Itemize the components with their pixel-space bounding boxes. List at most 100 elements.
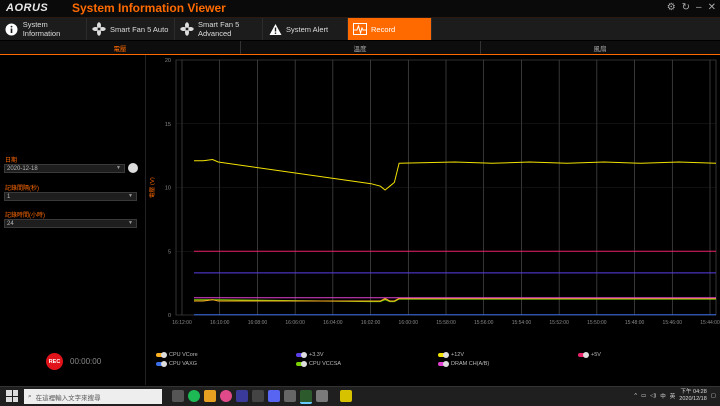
network-icon[interactable]: ▭ [641, 393, 646, 399]
x-tick-label: 16:10:00 [210, 320, 230, 326]
voltage-chart-svg: 16:12:00 16:10:00 16:08:00 16:06:00 16:04:00… [149, 58, 720, 326]
legend-item[interactable]: DRAM CH(A/B) [438, 361, 489, 367]
tab-record[interactable]: Record [348, 18, 432, 40]
legend-label: DRAM CH(A/B) [451, 361, 490, 367]
duration-value: 24 [7, 220, 14, 227]
chevron-down-icon: ▼ [128, 193, 133, 199]
legend-toggle-icon[interactable] [296, 361, 307, 367]
duration-label: 記錄時間(小時) [5, 213, 45, 219]
x-tick-label: 15:50:00 [587, 320, 607, 326]
discord-icon[interactable] [268, 390, 280, 402]
fan-icon [92, 22, 106, 36]
legend-item[interactable]: +3.3V [296, 352, 324, 358]
minimize-icon[interactable]: – [696, 2, 702, 13]
x-tick-label: 16:06:00 [285, 320, 305, 326]
steam-icon[interactable] [236, 390, 248, 402]
legend-item[interactable]: +5V [578, 352, 601, 358]
chrome-icon[interactable] [220, 390, 232, 402]
legend-label: +5V [591, 352, 601, 358]
subtab-temperature[interactable]: 溫度 [240, 41, 481, 54]
y-tick-label: 10 [165, 186, 171, 192]
tab-smart-fan-advanced[interactable]: Smart Fan 5 Advanced [175, 18, 263, 40]
tab-label: System Alert [286, 24, 329, 34]
app-icon[interactable] [316, 390, 328, 402]
tray-up-arrow-icon[interactable]: ^ [634, 393, 637, 399]
subtab-fan[interactable]: 風扇 [480, 41, 720, 54]
file-explorer-icon[interactable] [204, 390, 216, 402]
aorus-logo: AORUS [6, 2, 49, 14]
tab-system-information[interactable]: System Information [0, 18, 87, 40]
sysinfo-viewer-taskbar-icon[interactable] [300, 390, 312, 404]
close-icon[interactable]: ✕ [708, 2, 716, 13]
record-chart-icon [353, 22, 367, 36]
legend-toggle-icon[interactable] [156, 352, 167, 358]
legend-toggle-icon[interactable] [156, 361, 167, 367]
record-settings-panel: 日期 2020-12-18 ▼ 記錄間隔(秒) 1 ▼ 記錄時間(小時) 24 … [0, 55, 146, 385]
date-value: 2020-12-18 [7, 165, 38, 172]
clock-time: 下午 04:28 [680, 389, 707, 395]
taskbar-search-input[interactable]: ⌕ 在這裡輸入文字來搜尋 [24, 389, 162, 404]
record-timer: 00:00:00 [70, 357, 102, 366]
x-tick-label: 16:12:00 [172, 320, 192, 326]
windows-start-icon[interactable] [6, 390, 18, 402]
ime-indicator[interactable]: 中 [660, 392, 666, 400]
legend-item[interactable]: CPU VCCSA [296, 361, 341, 367]
x-tick-label: 15:52:00 [549, 320, 569, 326]
legend-item[interactable]: CPU VCore [156, 352, 198, 358]
legend-toggle-icon[interactable] [578, 352, 589, 358]
volume-icon[interactable]: ◁) [650, 393, 656, 399]
chevron-down-icon: ▼ [116, 165, 121, 171]
legend-item[interactable]: CPU VAXG [156, 361, 197, 367]
clock-date: 2020/12/18 [679, 396, 707, 402]
ime-mode[interactable]: 英 [670, 392, 676, 400]
taskbar-clock[interactable]: 下午 04:28 2020/12/18 [679, 389, 707, 403]
calendar-icon[interactable] [128, 163, 138, 173]
window-controls: ⚙ ↻ – ✕ [667, 2, 716, 13]
task-view-icon[interactable] [172, 390, 184, 402]
refresh-icon[interactable]: ↻ [682, 2, 690, 13]
tab-system-alert[interactable]: System Alert [263, 18, 348, 40]
windows-taskbar: ⌕ 在這裡輸入文字來搜尋 ^ ▭ ◁) 中 英 下午 04:28 2020/12… [0, 386, 720, 406]
x-tick-label: 15:56:00 [474, 320, 494, 326]
app-icon[interactable] [340, 390, 352, 402]
x-tick-label: 15:48:00 [625, 320, 645, 326]
tab-label: Smart Fan 5 Advanced [198, 20, 240, 38]
main-tab-bar: System Information Smart Fan 5 Auto Smar… [0, 18, 720, 40]
app-icon[interactable] [284, 390, 296, 402]
record-subtabs: 電壓 溫度 風扇 [0, 41, 720, 55]
system-tray: ^ ▭ ◁) 中 英 下午 04:28 2020/12/18 ▢ [634, 389, 716, 403]
legend-label: CPU VCore [169, 352, 198, 358]
y-tick-label: 5 [168, 249, 171, 255]
x-tick-label: 15:54:00 [512, 320, 532, 326]
date-picker[interactable]: 2020-12-18 ▼ [4, 164, 125, 173]
x-tick-label: 16:04:00 [323, 320, 343, 326]
rec-button[interactable]: REC [46, 353, 63, 370]
title-bar: AORUS System Information Viewer ⚙ ↻ – ✕ [0, 0, 720, 18]
legend-toggle-icon[interactable] [438, 352, 449, 358]
x-tick-label: 15:46:00 [663, 320, 683, 326]
date-label: 日期 [5, 158, 18, 164]
search-placeholder: 在這裡輸入文字來搜尋 [35, 394, 101, 402]
y-tick-label: 15 [165, 122, 171, 128]
legend-label: CPU VAXG [169, 361, 198, 367]
duration-select[interactable]: 24 ▼ [4, 219, 137, 228]
tab-label: System Information [22, 20, 61, 38]
app-icon[interactable] [252, 390, 264, 402]
x-tick-label: 16:08:00 [248, 320, 268, 326]
info-icon [5, 22, 19, 36]
notification-icon[interactable]: ▢ [711, 393, 716, 399]
legend-item[interactable]: +12V [438, 352, 464, 358]
legend-label: +3.3V [309, 352, 324, 358]
x-tick-label: 15:58:00 [436, 320, 456, 326]
legend-toggle-icon[interactable] [438, 361, 449, 367]
chart-legend: CPU VCore +3.3V +12V +5V CPU VAXG CPU VCCSA DR… [146, 350, 720, 380]
settings-icon[interactable]: ⚙ [667, 2, 676, 13]
interval-select[interactable]: 1 ▼ [4, 192, 137, 201]
line-app-icon[interactable] [188, 390, 200, 402]
legend-toggle-icon[interactable] [296, 352, 307, 358]
subtab-voltage[interactable]: 電壓 [0, 41, 241, 54]
x-tick-label: 15:44:00 [700, 320, 720, 326]
y-tick-label: 0 [168, 313, 171, 319]
interval-value: 1 [7, 193, 11, 200]
tab-smart-fan-auto[interactable]: Smart Fan 5 Auto [87, 18, 175, 40]
